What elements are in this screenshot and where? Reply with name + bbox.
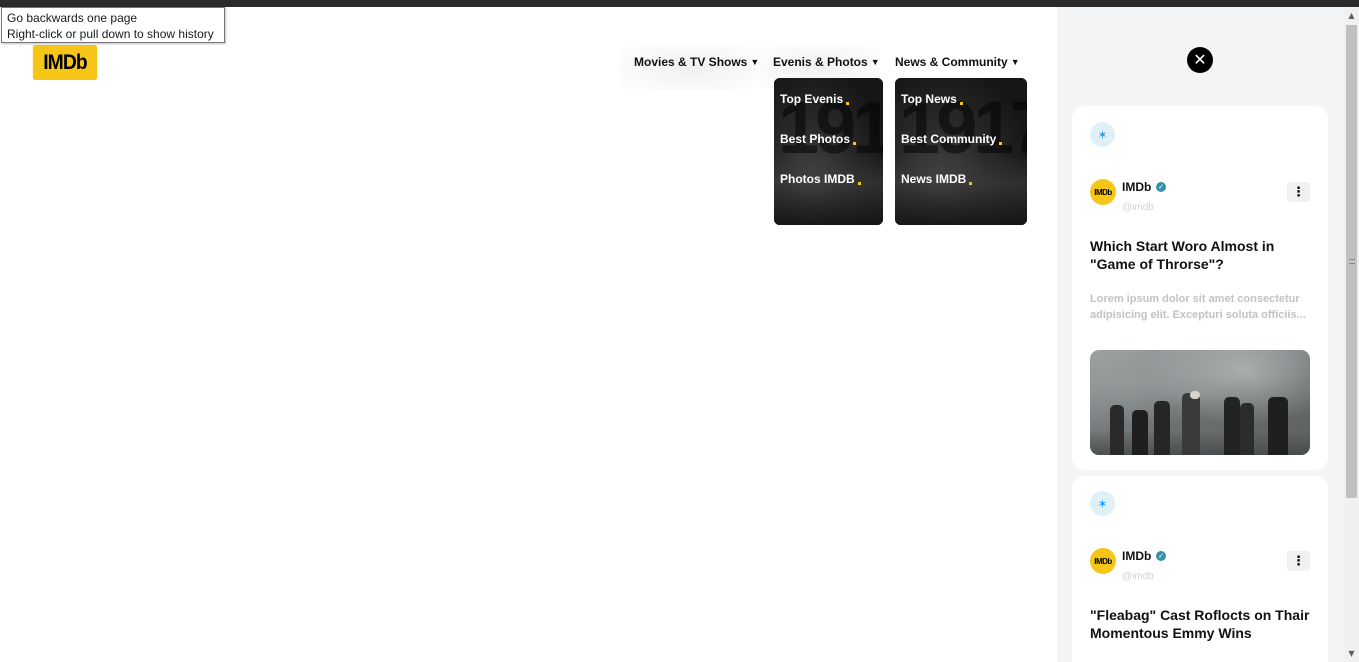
chevron-down-icon: ▼ [870, 57, 880, 67]
tweet-username[interactable]: IMDb [1122, 180, 1151, 194]
chevron-down-icon: ▼ [1010, 57, 1020, 67]
page: Go backwards one page Right-click or pul… [0, 0, 1359, 662]
scroll-down-arrow-icon[interactable]: ▼ [1344, 645, 1359, 662]
image-figure [1110, 405, 1124, 455]
dropdown-item-top-events[interactable]: Top Evenis [780, 92, 850, 106]
image-figure [1132, 410, 1148, 455]
dropdown-item-label: Top Evenis [780, 92, 844, 106]
nav-label: Evenis & Photos [773, 55, 868, 69]
image-figure-hair [1190, 391, 1200, 399]
dropdown-item-best-community[interactable]: Best Community [901, 132, 1003, 146]
twitter-icon: ✶ [1090, 122, 1115, 147]
dropdown-figures-shade [895, 155, 1027, 225]
tweet-handle[interactable]: @imdb [1122, 202, 1154, 213]
accent-dot [853, 142, 857, 145]
image-figure [1182, 393, 1200, 455]
tooltip-line-1: Go backwards one page [7, 11, 138, 25]
accent-dot [959, 102, 963, 105]
image-figure [1240, 403, 1254, 455]
chevron-down-icon: ▼ [750, 57, 760, 67]
avatar: IMDb [1090, 548, 1116, 574]
more-options-icon[interactable]: ⋮ [1287, 551, 1310, 571]
tweet-excerpt: Lorem ipsum dolor sit amet consectetur a… [1090, 293, 1306, 321]
tweet-image[interactable] [1090, 350, 1310, 455]
twitter-icon: ✶ [1090, 491, 1115, 516]
dropdown-item-top-news[interactable]: Top News [901, 92, 963, 106]
dropdown-figures-shade [774, 155, 883, 225]
scroll-up-arrow-icon[interactable]: ▲ [1344, 7, 1359, 24]
dropdown-item-news-imdb[interactable]: News IMDB [901, 172, 973, 186]
tweet-title[interactable]: "Fleabag" Cast Roflocts on Thair Momento… [1090, 606, 1310, 642]
close-icon[interactable]: ✕ [1187, 47, 1213, 73]
dropdown-item-label: Best Community [901, 132, 997, 146]
dropdown-item-label: Photos IMDB [780, 172, 855, 186]
verified-badge-icon: ✓ [1156, 551, 1166, 561]
accent-dot [846, 102, 850, 105]
image-figure [1268, 397, 1288, 455]
tweet-card[interactable]: ✶ IMDb IMDb ✓ @imdb ⋮ "Fleabag" Cast Rof… [1072, 476, 1328, 662]
dropdown-item-label: News IMDB [901, 172, 967, 186]
tweet-title[interactable]: Which Start Woro Almost in "Game of Thro… [1090, 237, 1310, 273]
tweet-username[interactable]: IMDb [1122, 549, 1151, 563]
accent-dot [857, 182, 861, 185]
browser-top-edge [0, 0, 1359, 7]
nav-label: News & Community [895, 55, 1008, 69]
tweet-handle[interactable]: @imdb [1122, 571, 1154, 582]
image-figure [1224, 397, 1240, 455]
image-figure [1154, 401, 1170, 455]
avatar: IMDb [1090, 179, 1116, 205]
dropdown-item-photos-imdb[interactable]: Photos IMDB [780, 172, 861, 186]
events-photos-dropdown: 1917 Top Evenis Best Photos Photos IMDB [774, 78, 883, 225]
dropdown-item-best-photos[interactable]: Best Photos [780, 132, 857, 146]
back-button-tooltip: Go backwards one page Right-click or pul… [1, 7, 225, 43]
accent-dot [969, 182, 973, 185]
scrollbar-grip-icon [1349, 259, 1355, 264]
imdb-logo[interactable]: IMDb [32, 45, 98, 80]
nav-news-community[interactable]: News & Community ▼ [895, 55, 1020, 69]
dropdown-item-label: Top News [901, 92, 957, 106]
nav-label: Movies & TV Shows [634, 55, 748, 69]
dropdown-item-label: Best Photos [780, 132, 851, 146]
nav-events-photos[interactable]: Evenis & Photos ▼ [773, 55, 880, 69]
verified-badge-icon: ✓ [1156, 182, 1166, 192]
accent-dot [999, 142, 1003, 145]
nav-movies-tv-shows[interactable]: Movies & TV Shows ▼ [634, 55, 759, 69]
news-community-dropdown: 1917 Top News Best Community News IMDB [895, 78, 1027, 225]
tweet-card[interactable]: ✶ IMDb IMDb ✓ @imdb ⋮ Which Start Woro A… [1072, 106, 1328, 470]
more-options-icon[interactable]: ⋮ [1287, 182, 1310, 202]
tooltip-line-2: Right-click or pull down to show history [7, 27, 214, 41]
